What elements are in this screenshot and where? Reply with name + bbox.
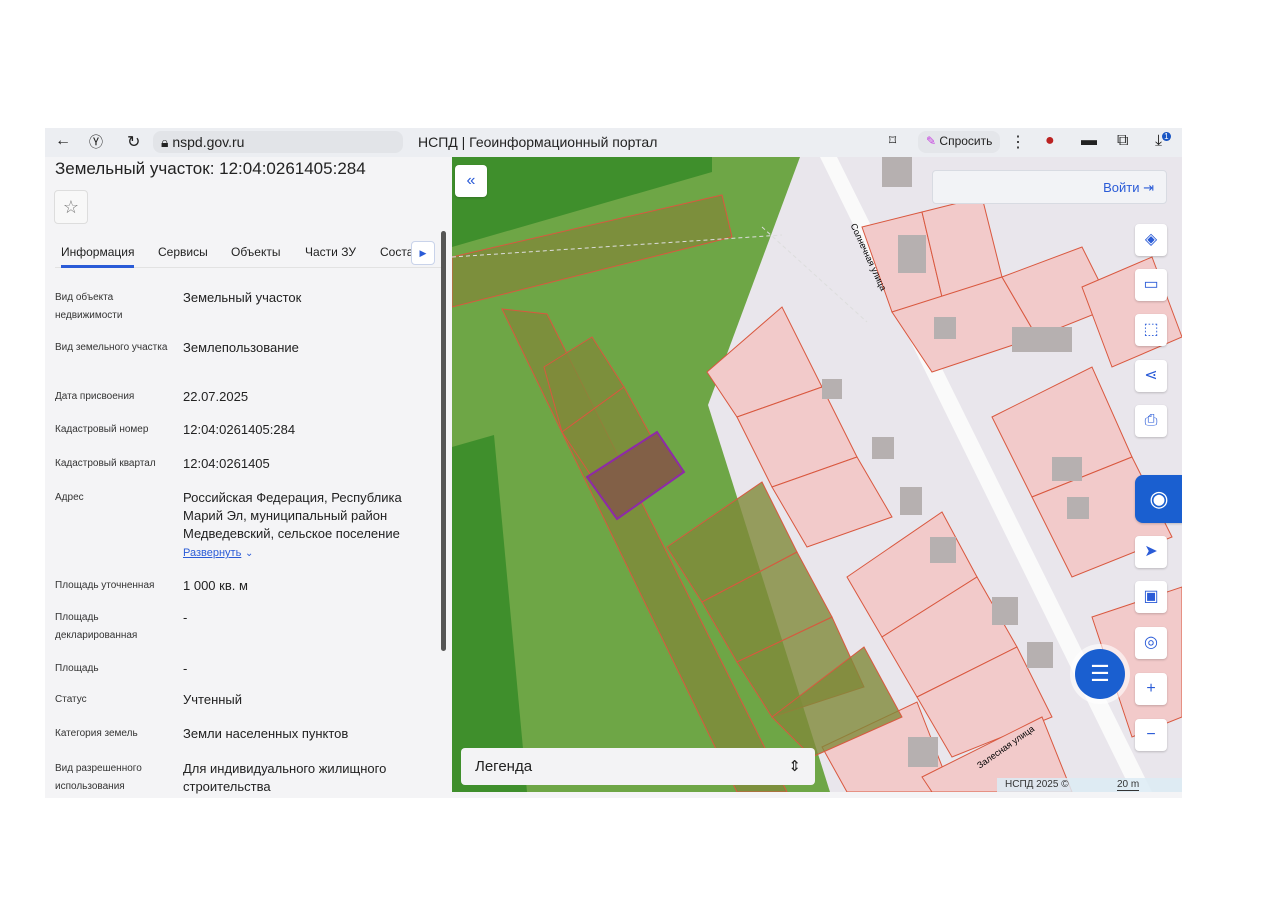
tabs: Информация Сервисы Объекты Части ЗУ Сост… <box>55 241 445 268</box>
row-value: Землепользование <box>183 340 299 355</box>
parcel-title: Земельный участок: 12:04:0261405:284 <box>55 159 366 178</box>
select-area-button[interactable]: ⬚ <box>1135 314 1167 346</box>
tab-services[interactable]: Сервисы <box>158 245 208 259</box>
back-icon[interactable]: ← <box>55 132 71 150</box>
row-value: Учтенный <box>183 692 243 707</box>
print-button[interactable]: ⎙ <box>1135 405 1167 437</box>
extension-icon[interactable]: ● <box>1045 132 1055 150</box>
measure-button[interactable]: ▭ <box>1135 269 1167 301</box>
row-value: - <box>183 610 188 625</box>
browser-toolbar: ← Ⓨ ↻ 🔒︎ nspd.gov.ru НСПД | Геоинформаци… <box>45 128 1182 157</box>
row-value: Земли населенных пунктов <box>183 726 349 741</box>
legend-dropdown[interactable]: Легенда ⇕ <box>461 748 815 785</box>
row-label: Кадастровый номер <box>55 424 149 435</box>
tabs-next-button[interactable]: ▶ <box>411 241 435 265</box>
updown-chevron-icon: ⇕ <box>788 758 801 775</box>
tab-composition[interactable]: Соста <box>380 245 413 259</box>
assistant-button[interactable]: ◉ <box>1135 475 1182 523</box>
star-icon: ☆ <box>62 197 80 217</box>
ask-button[interactable]: ✎ Спросить <box>918 131 1001 153</box>
row-value: Земельный участок <box>183 290 302 305</box>
minimap-button[interactable]: ▣ <box>1135 581 1167 613</box>
login-icon: ⇥ <box>1143 180 1154 195</box>
row-label: Категория земель <box>55 728 138 739</box>
locate-button[interactable]: ➤ <box>1135 536 1167 568</box>
tab-info[interactable]: Информация <box>61 245 135 268</box>
row-label: Адрес <box>55 492 84 503</box>
row-label: Площадь уточненная <box>55 580 155 591</box>
print-icon: ⎙ <box>1144 412 1158 429</box>
minus-icon: − <box>1146 726 1156 743</box>
location-search-icon: ◎ <box>1144 634 1158 651</box>
row-label: Вид разрешенного использования <box>55 763 142 792</box>
chevron-down-icon: ⌄ <box>244 548 254 559</box>
share-icon: ⋖ <box>1144 367 1158 384</box>
collapse-panel-button[interactable]: « <box>455 165 487 197</box>
browser-window: ← Ⓨ ↻ 🔒︎ nspd.gov.ru НСПД | Геоинформаци… <box>45 128 1182 798</box>
info-panel: Земельный участок: 12:04:0261405:284 ☆ И… <box>45 157 452 798</box>
login-button[interactable]: Войти ⇥ <box>932 170 1167 204</box>
chat-button[interactable]: ☰ <box>1075 649 1125 699</box>
reload-icon[interactable]: ↻ <box>127 132 140 152</box>
yandex-icon[interactable]: Ⓨ <box>89 132 103 152</box>
chat-icon: ☰ <box>1090 661 1110 686</box>
scale-bar: 20 m <box>1117 779 1140 791</box>
row-label: Статус <box>55 694 87 705</box>
sidebar-icon[interactable]: ⧉ <box>1117 132 1128 150</box>
ruler-icon: ▭ <box>1143 276 1159 293</box>
bookmark-icon[interactable]: ⌑ <box>889 132 896 149</box>
search-location-button[interactable]: ◎ <box>1135 627 1167 659</box>
row-value: 22.07.2025 <box>183 389 249 404</box>
row-value: 12:04:0261405 <box>183 456 270 471</box>
map-credit: НСПД 2025 © 20 m <box>997 778 1182 792</box>
zoom-out-button[interactable]: − <box>1135 719 1167 751</box>
row-value: Для индивидуального жилищного строительс… <box>183 761 387 794</box>
double-chevron-left-icon: « <box>466 172 476 189</box>
row-label: Кадастровый квартал <box>55 458 156 469</box>
row-label: Площадь декларированная <box>55 612 138 641</box>
tab-parts[interactable]: Части ЗУ <box>305 245 356 259</box>
row-label: Вид земельного участка <box>55 342 168 353</box>
downloads-icon[interactable]: ⤓ 1 <box>1155 132 1171 150</box>
expand-link[interactable]: Развернуть <box>183 547 241 559</box>
panel-scrollbar[interactable] <box>441 231 446 651</box>
login-label: Войти <box>1103 180 1140 195</box>
url-text: nspd.gov.ru <box>172 134 245 150</box>
copyright-text: НСПД 2025 © <box>1005 779 1069 790</box>
row-label: Вид объекта недвижимости <box>55 292 123 321</box>
select-area-icon: ⬚ <box>1143 321 1159 338</box>
address-bar[interactable]: 🔒︎ nspd.gov.ru <box>153 131 403 153</box>
navigation-arrow-icon: ➤ <box>1144 543 1158 560</box>
row-label: Площадь <box>55 663 99 674</box>
ask-icon: ✎ <box>926 134 937 148</box>
map-canvas <box>452 157 1182 792</box>
ask-label: Спросить <box>939 134 993 148</box>
row-value: 1 000 кв. м <box>183 578 248 593</box>
zoom-in-button[interactable]: + <box>1135 673 1167 705</box>
favorite-button[interactable]: ☆ <box>54 190 88 224</box>
address-text: Российская Федерация, Республика Марий Э… <box>183 490 402 541</box>
tab-objects[interactable]: Объекты <box>231 245 281 259</box>
assistant-icon: ◉ <box>1149 486 1169 511</box>
row-value: 12:04:0261405:284 <box>183 422 296 437</box>
page-title: НСПД | Геоинформационный портал <box>418 134 658 150</box>
row-label: Дата присвоения <box>55 391 135 402</box>
layers-icon: ◈ <box>1144 231 1158 248</box>
layers-button[interactable]: ◈ <box>1135 224 1167 256</box>
minimap-icon: ▣ <box>1143 588 1159 605</box>
row-value: - <box>183 661 188 676</box>
extension2-icon[interactable]: ▬ <box>1081 132 1097 150</box>
menu-icon[interactable]: ⋮ <box>1010 132 1026 152</box>
map[interactable]: Солнечная улица Залесная улица « Войти ⇥… <box>452 157 1182 792</box>
legend-label: Легенда <box>475 758 533 775</box>
share-button[interactable]: ⋖ <box>1135 360 1167 392</box>
row-value: Российская Федерация, Республика Марий Э… <box>183 489 433 563</box>
plus-icon: + <box>1146 680 1156 697</box>
downloads-badge: 1 <box>1162 132 1171 141</box>
